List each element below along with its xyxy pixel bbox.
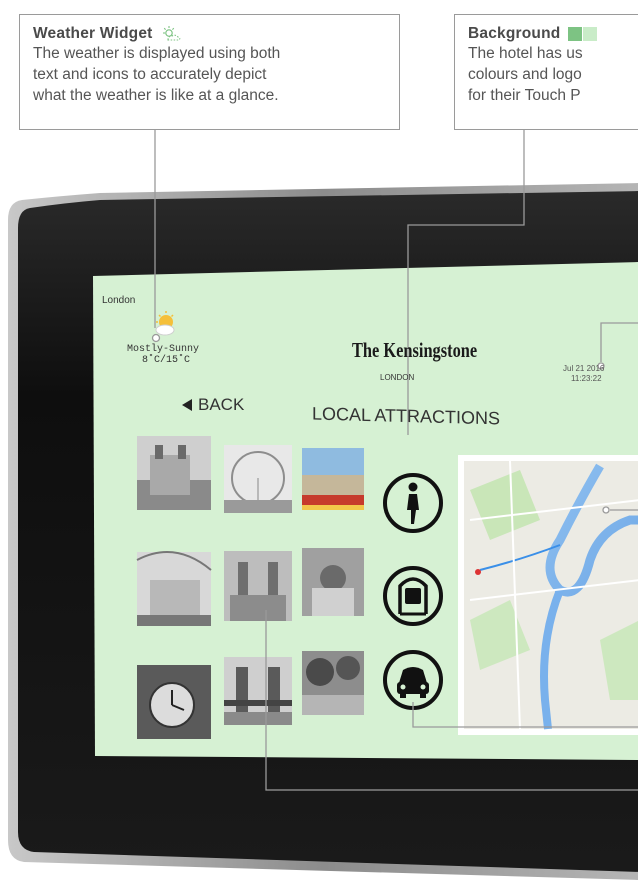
car-icon[interactable]	[383, 650, 443, 710]
back-button[interactable]: BACK	[198, 395, 244, 415]
westminster-abbey-tile[interactable]	[224, 551, 292, 621]
time-label: 11:23:22	[571, 374, 602, 383]
tower-bridge-tile[interactable]	[224, 657, 292, 725]
location-label: London	[102, 295, 136, 306]
underground-icon[interactable]	[383, 566, 443, 626]
map-panel[interactable]	[458, 455, 638, 735]
big-ben-tile[interactable]	[137, 665, 211, 739]
touch-screen-device	[8, 130, 638, 880]
london-eye-tile[interactable]	[224, 445, 292, 513]
date-label: Jul 21 2016	[563, 364, 605, 373]
hotel-logo: The Kensingstone	[352, 338, 478, 362]
buckingham-palace-tile[interactable]	[302, 448, 364, 510]
hotel-logo-subtitle: LONDON	[380, 373, 415, 382]
hyde-park-tile[interactable]	[302, 651, 364, 715]
st-pauls-cathedral-tile[interactable]	[302, 548, 364, 616]
british-museum-tile[interactable]	[136, 551, 212, 626]
tower-of-london-tile[interactable]	[137, 436, 211, 510]
attractions-grid	[136, 436, 364, 739]
weather-temperature: 8˚C/15˚C	[142, 355, 191, 366]
walking-icon[interactable]	[383, 473, 443, 533]
weather-condition: Mostly-Sunny	[127, 344, 200, 355]
